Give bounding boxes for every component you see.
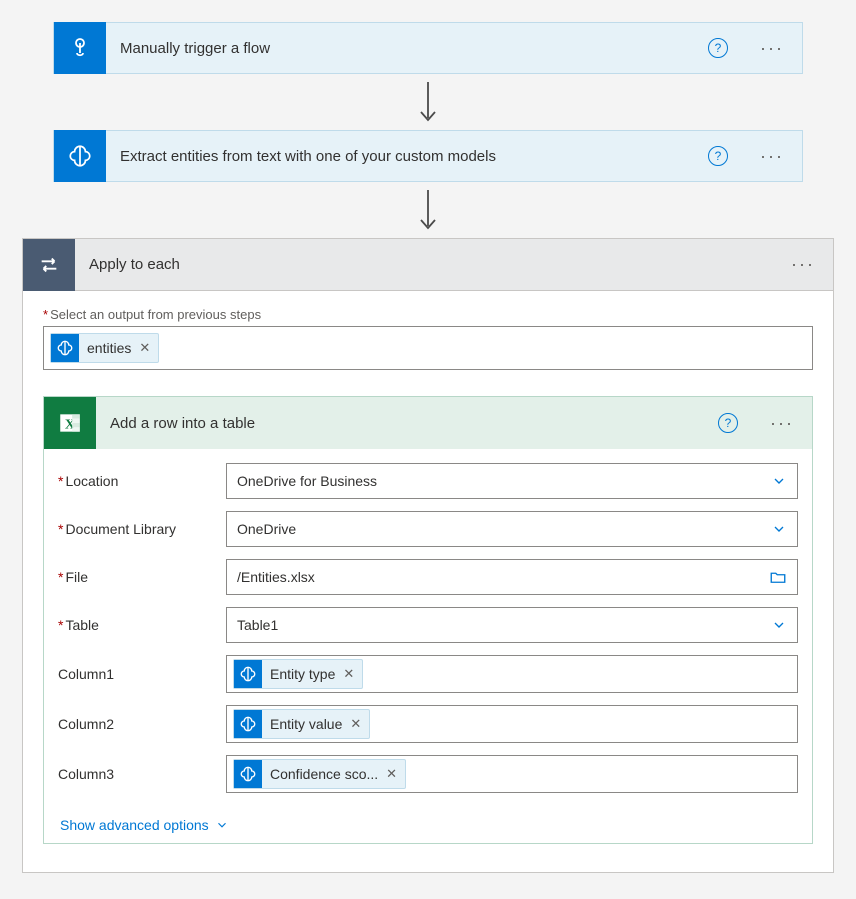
add-row-title: Add a row into a table — [96, 415, 718, 432]
show-advanced-options-link[interactable]: Show advanced options — [58, 805, 798, 839]
column2-input[interactable]: Entity value ✕ — [226, 705, 798, 743]
output-from-label: *Select an output from previous steps — [43, 307, 813, 322]
help-icon[interactable]: ? — [718, 413, 738, 433]
add-row-card: X Add a row into a table ? ··· *Location — [43, 396, 813, 844]
table-dropdown[interactable]: Table1 — [226, 607, 798, 643]
chevron-down-icon — [771, 473, 787, 489]
remove-token-button[interactable]: ✕ — [386, 766, 397, 782]
param-column3: Column3 Confidence sco... ✕ — [58, 755, 798, 793]
token-label: entities — [87, 340, 131, 356]
apply-to-each-body: *Select an output from previous steps en… — [23, 291, 833, 872]
flow-canvas: Manually trigger a flow ? ··· Extract en… — [22, 22, 834, 873]
token-entity-type[interactable]: Entity type ✕ — [233, 659, 363, 689]
loop-icon — [23, 239, 75, 291]
token-entities[interactable]: entities ✕ — [50, 333, 159, 363]
token-confidence-score[interactable]: Confidence sco... ✕ — [233, 759, 406, 789]
token-entity-value[interactable]: Entity value ✕ — [233, 709, 370, 739]
remove-token-button[interactable]: ✕ — [343, 666, 354, 682]
doclib-dropdown[interactable]: OneDrive — [226, 511, 798, 547]
extract-step-title: Extract entities from text with one of y… — [106, 148, 708, 165]
token-label: Confidence sco... — [270, 766, 378, 782]
trigger-step-title: Manually trigger a flow — [106, 40, 708, 57]
token-label: Entity type — [270, 666, 335, 682]
more-menu-button[interactable]: ··· — [742, 38, 802, 59]
touch-icon — [54, 22, 106, 74]
param-file: *File /Entities.xlsx — [58, 559, 798, 595]
ai-brain-icon — [51, 334, 79, 362]
excel-icon: X — [44, 397, 96, 449]
remove-token-button[interactable]: ✕ — [139, 340, 150, 356]
remove-token-button[interactable]: ✕ — [350, 716, 361, 732]
column1-input[interactable]: Entity type ✕ — [226, 655, 798, 693]
apply-to-each-header[interactable]: Apply to each ··· — [23, 239, 833, 291]
param-location: *Location OneDrive for Business — [58, 463, 798, 499]
more-menu-button[interactable]: ··· — [752, 413, 812, 434]
help-icon[interactable]: ? — [708, 146, 728, 166]
param-column2: Column2 Entity value ✕ — [58, 705, 798, 743]
more-menu-button[interactable]: ··· — [742, 146, 802, 167]
trigger-step-card[interactable]: Manually trigger a flow ? ··· — [53, 22, 803, 74]
ai-brain-icon — [54, 130, 106, 182]
column3-input[interactable]: Confidence sco... ✕ — [226, 755, 798, 793]
help-icon[interactable]: ? — [708, 38, 728, 58]
output-from-input[interactable]: entities ✕ — [43, 326, 813, 370]
param-doclib: *Document Library OneDrive — [58, 511, 798, 547]
arrow-down-icon — [416, 80, 440, 124]
chevron-down-icon — [771, 617, 787, 633]
more-menu-button[interactable]: ··· — [773, 254, 833, 275]
apply-to-each-title: Apply to each — [75, 256, 773, 273]
ai-brain-icon — [234, 660, 262, 688]
extract-step-card[interactable]: Extract entities from text with one of y… — [53, 130, 803, 182]
folder-icon[interactable] — [769, 568, 787, 586]
chevron-down-icon — [771, 521, 787, 537]
add-row-header[interactable]: X Add a row into a table ? ··· — [44, 397, 812, 449]
add-row-params: *Location OneDrive for Business *Documen… — [44, 449, 812, 843]
token-label: Entity value — [270, 716, 342, 732]
arrow-down-icon — [416, 188, 440, 232]
param-column1: Column1 Entity type ✕ — [58, 655, 798, 693]
apply-to-each-container: Apply to each ··· *Select an output from… — [22, 238, 834, 873]
ai-brain-icon — [234, 710, 262, 738]
chevron-down-icon — [215, 818, 229, 832]
ai-brain-icon — [234, 760, 262, 788]
file-picker[interactable]: /Entities.xlsx — [226, 559, 798, 595]
param-table: *Table Table1 — [58, 607, 798, 643]
required-asterisk: * — [43, 307, 48, 322]
location-dropdown[interactable]: OneDrive for Business — [226, 463, 798, 499]
